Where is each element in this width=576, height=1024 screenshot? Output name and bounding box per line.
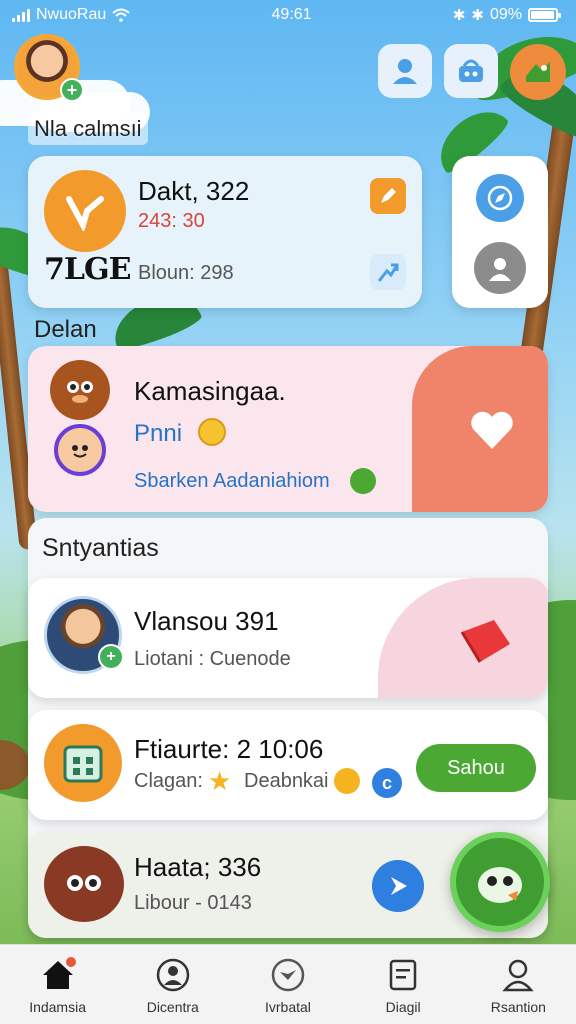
stats-title: Dakt, 322 [138,176,250,206]
leaf-icon [350,468,376,494]
compass-icon[interactable] [476,174,524,222]
battery-percent: 09% [489,6,522,23]
status-bar: NwuoRau 49:61 ✱ ✱ 09% [0,0,576,30]
calendar-icon [44,724,122,802]
brand-logo-text: 7LGE [44,252,131,287]
heart-icon [471,411,513,449]
list-item-title: Haata; 336 [134,852,262,882]
mascot-fab-button[interactable] [450,832,550,932]
add-icon: + [98,644,124,670]
nav-label: Ivrbatal [265,999,311,1015]
side-panel [452,156,548,308]
nav-label: Dicentra [146,999,199,1015]
battery-icon [528,8,561,22]
nav-label: Rsantion [490,999,546,1015]
nav-label: Diagil [385,999,421,1015]
creature-icon [44,846,124,922]
list-heading: Sntyantias [42,534,159,562]
wifi-icon [112,8,130,22]
bluetooth-icon: ✱ [452,7,466,24]
list-item-title: Ftiaurte: 2 10:06 [134,734,324,764]
carrier-name: NwuoRau [36,6,107,23]
section-label: Delan [34,316,97,343]
list-item-subtitle: Libour - 0143 [134,892,252,914]
kid-character-icon [54,424,106,476]
list-item-subtitle: Clagan: [134,770,203,792]
nav-item-diagil[interactable]: Diagil [348,957,458,1015]
username-label: Nla calmsıi [28,113,148,145]
activity-title: Kamasingaa. [134,376,286,406]
mascot-icon [478,867,522,903]
nav-item-ivrbatal[interactable]: Ivrbatal [233,957,343,1015]
profile-avatar[interactable]: + [14,34,84,102]
user-silhouette-icon[interactable] [474,242,526,294]
bluetooth-icon-2: ✱ [471,7,484,24]
action-button[interactable]: Sahou [416,744,536,792]
clock: 49:61 [271,6,312,23]
activity-detail: Sbarken Aadaniahiom [134,470,330,492]
signal-icon [12,8,30,22]
notification-dot [65,957,76,967]
profile-icon [500,957,536,993]
edit-icon[interactable] [370,178,406,214]
document-icon [385,957,421,993]
list-item-extra: Deabnkai [244,770,329,792]
activity-card[interactable]: Kamasingaa. Pnni Sbarken Aadaniahiom [28,346,548,512]
stats-detail: Bloun: 298 [138,262,234,284]
nav-item-home[interactable]: Indamsia [3,957,113,1015]
monkey-character-icon [50,360,110,420]
bottom-nav: Indamsia Dicentra Ivrbatal Diagil Rsanti… [0,944,576,1024]
bird-icon [270,957,306,993]
game-logo-icon [44,170,126,252]
stats-secondary: 243: 30 [138,210,205,232]
person-icon [393,59,417,84]
add-icon: + [60,78,84,102]
refresh-icon: c [372,768,402,798]
map-icon [526,62,550,82]
list-item-title: Vlansou 391 [134,606,279,636]
user-circle-icon [155,957,191,993]
basket-icon [459,59,483,82]
share-icon[interactable] [370,254,406,290]
map-button[interactable] [510,44,566,100]
play-icon[interactable] [372,860,424,912]
account-button[interactable] [378,44,432,98]
gift-icon[interactable] [458,616,514,666]
nav-item-rsantion[interactable]: Rsantion [463,957,573,1015]
coin-icon [198,418,226,446]
like-button[interactable] [462,400,522,460]
stats-card[interactable]: Dakt, 322 243: 30 7LGE Bloun: 298 [28,156,422,308]
list-item[interactable]: + Vlansou 391 Liotani : Cuenode [28,578,548,698]
medal-icon [334,768,360,794]
star-icon: ★ [208,766,232,796]
shop-button[interactable] [444,44,498,98]
nav-item-dicentra[interactable]: Dicentra [118,957,228,1015]
list-item-subtitle: Liotani : Cuenode [134,648,291,670]
nav-label: Indamsia [29,999,86,1015]
home-icon [40,957,76,993]
activity-subtitle: Pnni [134,420,183,447]
